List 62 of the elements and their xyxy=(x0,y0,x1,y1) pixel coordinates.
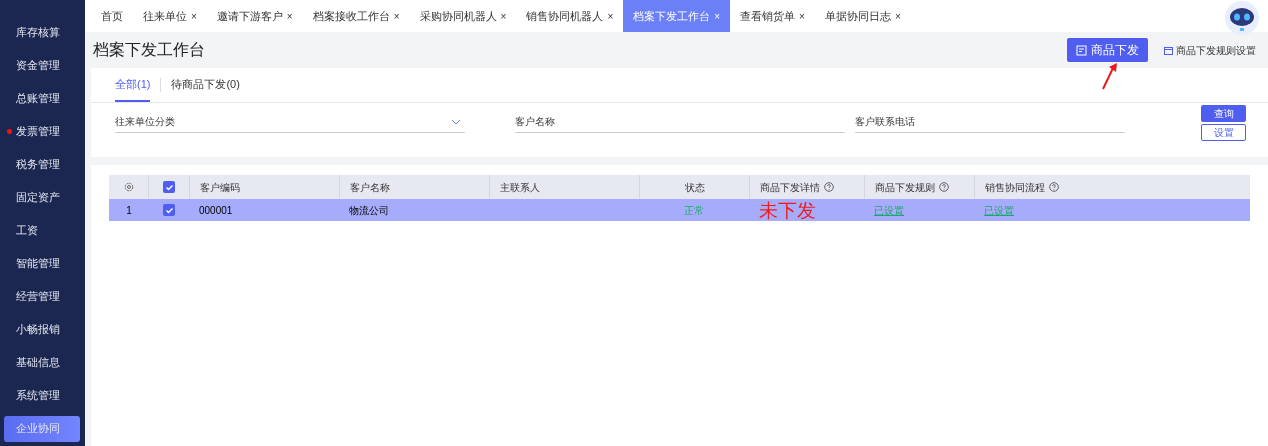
checkbox[interactable] xyxy=(163,181,175,193)
close-icon[interactable]: × xyxy=(393,8,400,24)
rule-settings-link[interactable]: 商品下发规则设置 xyxy=(1164,42,1256,58)
sidebar-item[interactable]: 智能管理 xyxy=(16,255,60,272)
page-title: 档案下发工作台 xyxy=(93,40,205,60)
sidebar-item[interactable]: 固定资产 xyxy=(16,189,60,206)
column-header: 客户编码 xyxy=(200,180,240,195)
handwritten-annotation: 未下发 xyxy=(759,200,816,220)
tab[interactable]: 查看销货单 × xyxy=(730,0,815,32)
close-icon[interactable]: × xyxy=(191,8,197,24)
sidebar-item[interactable]: 资金管理 xyxy=(16,57,60,74)
robot-avatar-icon[interactable] xyxy=(1222,0,1262,36)
category-select[interactable]: 往来单位分类 xyxy=(115,111,465,133)
settings-button[interactable]: 设置 xyxy=(1201,124,1246,141)
filter-field[interactable]: 客户联系电话 xyxy=(855,111,1125,133)
column-header: 主联系人 xyxy=(500,180,540,195)
close-icon[interactable]: × xyxy=(500,8,507,24)
tab[interactable]: 销售协同机器人 × xyxy=(516,0,624,32)
column-header: 商品下发规则 xyxy=(875,180,935,195)
sidebar-item[interactable]: 基础信息 xyxy=(16,354,60,371)
sidebar-item[interactable]: 经营管理 xyxy=(16,288,60,305)
tab[interactable]: 采购协同机器人 × xyxy=(409,0,517,32)
tab[interactable]: 往来单位 × xyxy=(133,0,207,32)
table-cell: 物流公司 xyxy=(349,204,389,216)
tab[interactable]: 邀请下游客户 × xyxy=(206,0,303,32)
filter-tab[interactable]: 全部(1) xyxy=(115,75,151,102)
sidebar-item[interactable]: 发票管理 xyxy=(16,123,60,140)
sidebar-item[interactable]: 小畅报销 xyxy=(16,321,60,338)
sidebar-item[interactable]: 系统管理 xyxy=(16,387,60,404)
close-icon[interactable]: × xyxy=(714,8,721,24)
calendar-icon xyxy=(1164,45,1173,55)
sidebar-item[interactable]: 库存核算 xyxy=(16,24,60,41)
close-icon[interactable]: × xyxy=(286,8,293,24)
sidebar-item[interactable]: 工资 xyxy=(16,222,38,239)
tab[interactable]: 首页 xyxy=(91,0,133,32)
settings-icon[interactable] xyxy=(123,182,134,192)
sidebar-item[interactable]: 税务管理 xyxy=(16,156,60,173)
close-icon[interactable]: × xyxy=(799,8,805,24)
status-text: 正常 xyxy=(684,203,704,218)
help-icon xyxy=(1049,182,1059,192)
column-header: 商品下发详情 xyxy=(760,180,820,195)
tab[interactable]: 档案接收工作台 × xyxy=(302,0,410,32)
close-icon[interactable]: × xyxy=(894,8,901,24)
column-header: 销售协同流程 xyxy=(985,180,1045,195)
help-icon xyxy=(824,182,834,192)
filter-tab[interactable]: 待商品下发(0) xyxy=(171,75,240,102)
row-number: 1 xyxy=(126,203,132,218)
checkbox[interactable] xyxy=(163,204,175,216)
help-icon xyxy=(939,182,949,192)
tab[interactable]: 单据协同日志 × xyxy=(814,0,911,32)
column-header: 状态 xyxy=(684,180,705,195)
sidebar-item[interactable]: 总账管理 xyxy=(16,90,60,107)
column-header: 客户名称 xyxy=(350,180,390,195)
tab[interactable]: 档案下发工作台 × xyxy=(623,0,731,32)
document-icon xyxy=(1076,44,1087,56)
filter-field[interactable]: 客户名称 xyxy=(515,111,845,133)
search-button[interactable]: 查询 xyxy=(1201,105,1246,122)
distribute-goods-button[interactable]: 商品下发 xyxy=(1067,38,1148,62)
close-icon[interactable]: × xyxy=(607,8,614,24)
chevron-down-icon xyxy=(451,118,461,125)
table-cell: 000001 xyxy=(199,204,233,216)
table-row[interactable]: 1 000001 物流公司 正常 未下发 已设置 已设置 xyxy=(109,199,1250,221)
